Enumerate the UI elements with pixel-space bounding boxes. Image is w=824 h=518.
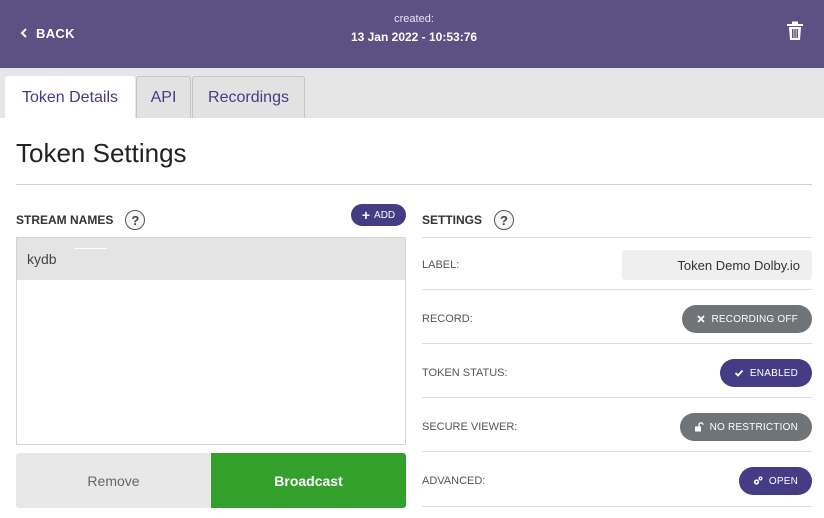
help-icon[interactable]: ? xyxy=(494,210,515,230)
secure-viewer-value: NO RESTRICTION xyxy=(709,421,798,433)
created-value: 13 Jan 2022 - 10:53:76 xyxy=(350,30,478,44)
advanced-label: ADVANCED: xyxy=(422,475,486,487)
help-icon[interactable]: ? xyxy=(125,210,146,230)
plus-icon: + xyxy=(361,207,371,223)
token-status-button[interactable]: ENABLED xyxy=(719,359,812,387)
tab-bar: Token Details API Recordings xyxy=(0,68,824,118)
gears-icon xyxy=(753,476,763,485)
setting-row-record: RECORD: RECORDING OFF xyxy=(422,292,812,346)
add-label: ADD xyxy=(374,209,396,221)
divider xyxy=(422,451,812,452)
divider xyxy=(422,397,812,398)
record-label: RECORD: xyxy=(422,313,473,325)
divider xyxy=(422,343,812,344)
recording-label: RECORDING OFF xyxy=(711,313,798,325)
stream-names-heading: STREAM NAMES ? xyxy=(16,210,146,230)
secure-viewer-label: SECURE VIEWER: xyxy=(422,421,518,433)
list-item[interactable]: kydb xyxy=(17,238,405,280)
token-status-value: ENABLED xyxy=(749,367,798,379)
setting-row-secure-viewer: SECURE VIEWER: NO RESTRICTION xyxy=(422,400,812,454)
close-icon xyxy=(696,315,705,323)
created-info: created: 13 Jan 2022 - 10:53:76 xyxy=(0,13,824,44)
setting-row-label: LABEL: xyxy=(422,238,812,292)
recording-toggle-button[interactable]: RECORDING OFF xyxy=(681,305,812,333)
stream-names-title: STREAM NAMES xyxy=(16,213,114,227)
trash-icon[interactable] xyxy=(786,21,804,41)
setting-row-advanced: ADVANCED: OPEN xyxy=(422,454,812,508)
tab-token-details[interactable]: Token Details xyxy=(5,76,135,118)
divider xyxy=(74,248,107,249)
label-label: LABEL: xyxy=(422,259,460,271)
stream-name: kydb xyxy=(27,251,57,267)
broadcast-button[interactable]: Broadcast xyxy=(211,453,406,508)
created-label: created: xyxy=(394,13,434,25)
token-status-label: TOKEN STATUS: xyxy=(422,367,508,379)
divider xyxy=(422,506,812,507)
tab-recordings[interactable]: Recordings xyxy=(192,76,305,118)
label-input[interactable] xyxy=(622,250,812,280)
settings-heading: SETTINGS ? xyxy=(422,210,515,230)
tab-api[interactable]: API xyxy=(136,76,191,118)
settings-title: SETTINGS xyxy=(422,213,483,227)
secure-viewer-button[interactable]: NO RESTRICTION xyxy=(679,413,812,441)
divider xyxy=(422,289,812,290)
stream-list: kydb xyxy=(16,237,406,445)
setting-row-token-status: TOKEN STATUS: ENABLED xyxy=(422,346,812,400)
page-title: Token Settings xyxy=(16,138,187,168)
check-icon xyxy=(734,369,744,377)
divider xyxy=(16,184,812,185)
advanced-value: OPEN xyxy=(768,475,798,487)
add-stream-button[interactable]: + ADD xyxy=(351,204,406,226)
top-bar: BACK created: 13 Jan 2022 - 10:53:76 xyxy=(0,0,824,68)
remove-button[interactable]: Remove xyxy=(16,453,211,508)
advanced-open-button[interactable]: OPEN xyxy=(738,467,812,495)
unlock-icon xyxy=(694,422,704,432)
